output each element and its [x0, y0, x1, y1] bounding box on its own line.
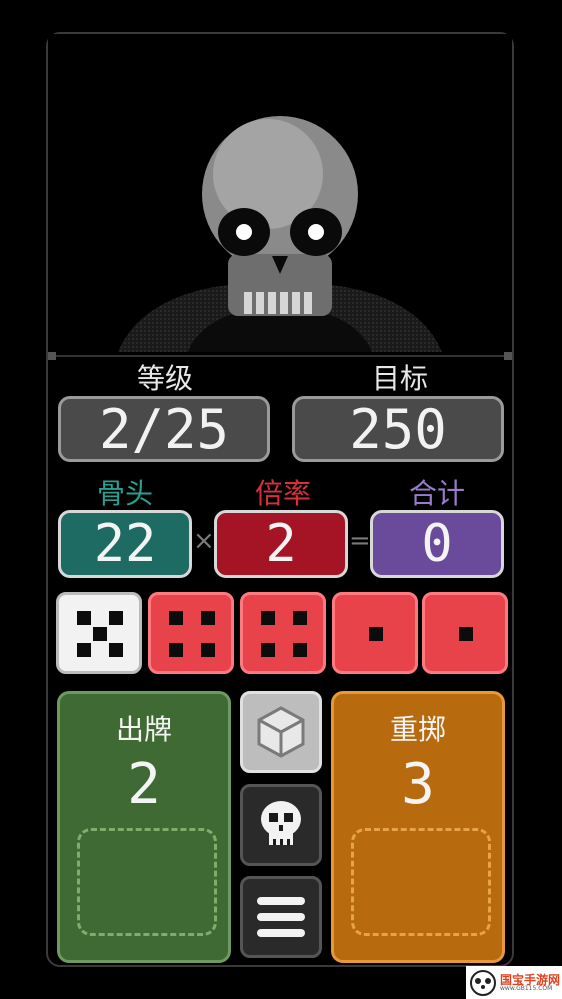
watermark-sub: www.GB115.COM [500, 984, 553, 992]
level-label: 等级 [136, 362, 193, 395]
mult-value: 2 [214, 510, 348, 578]
die-3[interactable] [240, 592, 326, 674]
reroll-label: 重掷 [389, 713, 446, 746]
die-1[interactable] [56, 592, 142, 674]
skull-button[interactable] [240, 784, 322, 866]
play-count: 2 [127, 752, 161, 817]
target-value: 250 [292, 396, 504, 462]
reroll-pile[interactable]: 重掷 3 [331, 691, 505, 963]
play-slot[interactable] [77, 828, 217, 936]
die-2[interactable] [148, 592, 234, 674]
bones-value: 22 [58, 510, 192, 578]
times-symbol: × [193, 526, 215, 556]
total-label: 合计 [408, 477, 465, 510]
cube-icon [257, 706, 305, 758]
equals-symbol: = [349, 526, 371, 556]
play-label: 出牌 [115, 713, 172, 746]
watermark: 国宝手游网 www.GB115.COM [466, 966, 562, 999]
skeleton-portrait [48, 34, 512, 352]
panda-logo-icon [470, 969, 496, 996]
die-5[interactable] [422, 592, 508, 674]
watermark-text: 国宝手游网 [500, 972, 561, 987]
level-value: 2/25 [58, 396, 270, 462]
menu-icon [257, 897, 305, 937]
die-4[interactable] [332, 592, 418, 674]
menu-button[interactable] [240, 876, 322, 958]
play-pile[interactable]: 出牌 2 [57, 691, 231, 963]
mult-label: 倍率 [254, 477, 311, 510]
target-label: 目标 [371, 362, 428, 395]
bones-label: 骨头 [96, 477, 153, 510]
total-value: 0 [370, 510, 504, 578]
reroll-slot[interactable] [351, 828, 491, 936]
skull-character-icon [48, 34, 512, 352]
skull-icon [261, 801, 301, 845]
dice-bag-button[interactable] [240, 691, 322, 773]
reroll-count: 3 [401, 752, 435, 817]
